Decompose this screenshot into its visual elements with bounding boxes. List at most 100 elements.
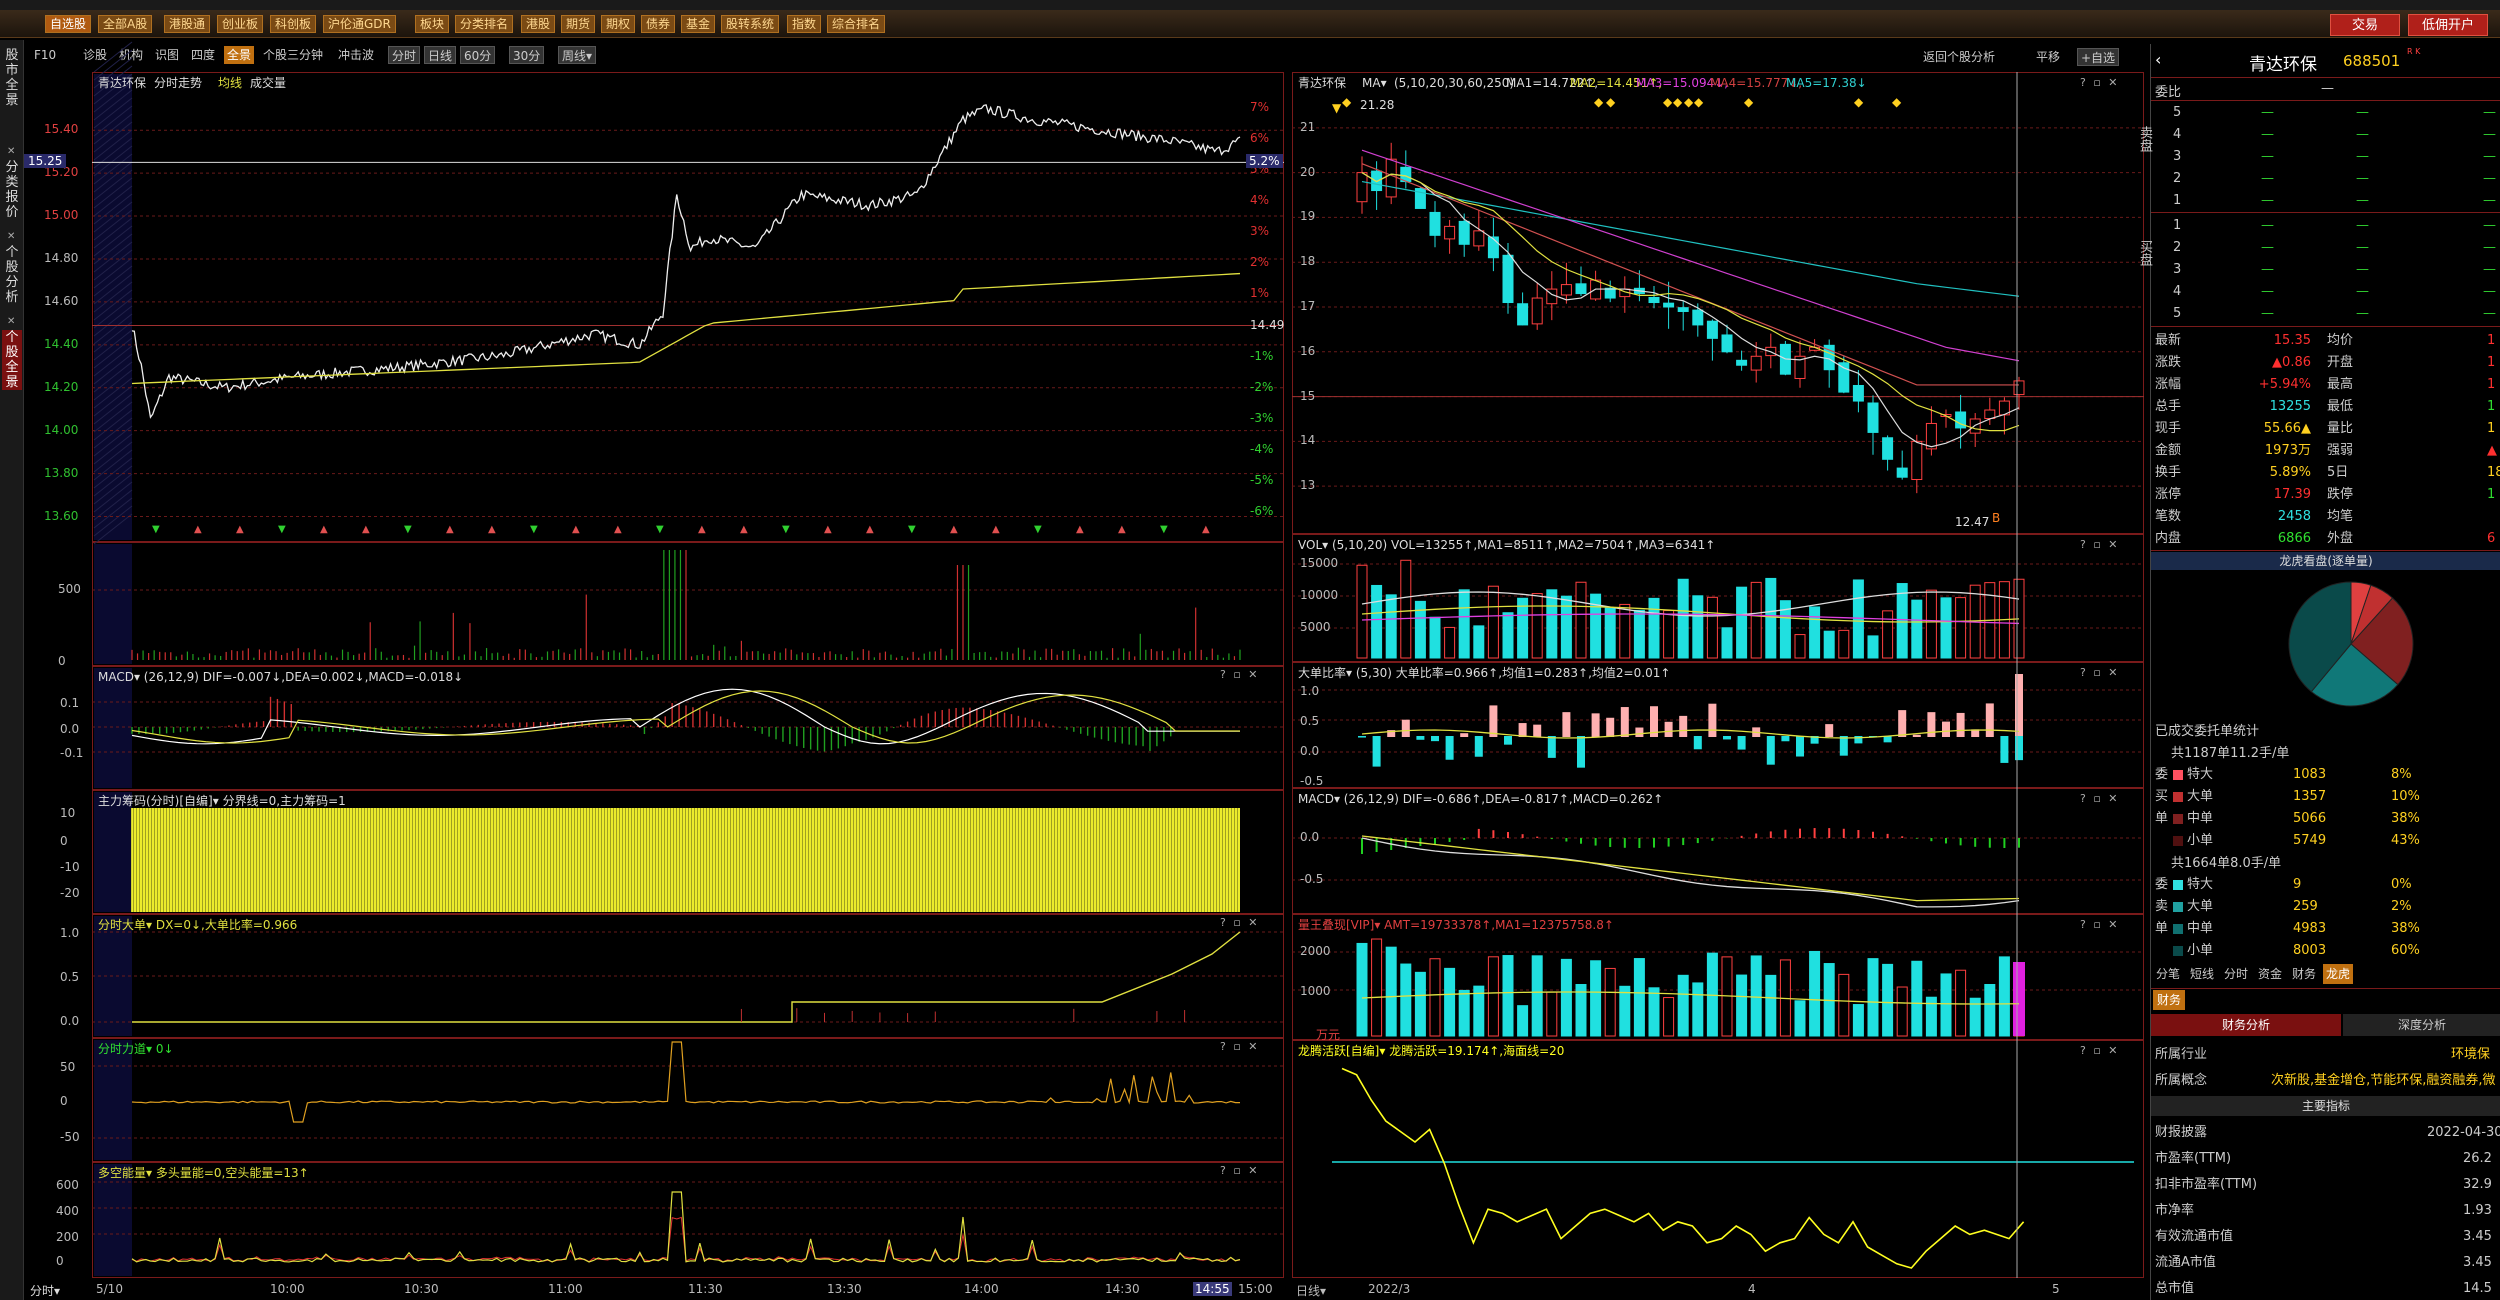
daily-header-item[interactable]: (5,10,20,30,60,250) [1394, 76, 1514, 90]
panel-controls-icon[interactable]: ? ▫ ✕ [1220, 916, 1260, 929]
quote-tab[interactable]: 龙虎 [2323, 964, 2354, 984]
period-tab[interactable]: 60分 [460, 46, 496, 64]
panel-controls-icon[interactable]: ? ▫ ✕ [1220, 1040, 1260, 1053]
order-stat-row: 委 特大 1083 8% [2151, 764, 2500, 786]
orderbook-row[interactable]: 2 — — — [2151, 168, 2500, 190]
macd-header[interactable]: MACD▾ (26,12,9) DIF=-0.007↓,DEA=0.002↓,M… [98, 670, 463, 684]
close-icon[interactable]: ✕ [7, 231, 15, 242]
toolbar-button[interactable]: 股转系统 [721, 15, 780, 33]
time-axis-tick: 10:00 [270, 1282, 305, 1296]
quote-tab[interactable]: 短线 [2187, 964, 2217, 984]
sub-tab[interactable]: 四度 [188, 46, 218, 64]
panel-header[interactable]: VOL▾ (5,10,20) VOL=13255↑,MA1=8511↑,MA2=… [1298, 538, 1715, 552]
panel-header[interactable]: 量王叠现[VIP]▾ AMT=19733378↑,MA1=12375758.8↑ [1298, 918, 1614, 932]
color-swatch [2173, 902, 2183, 912]
trade-button[interactable]: 交易 [2330, 14, 2400, 36]
fin-sub-tab[interactable]: 财务分析 [2151, 1014, 2341, 1036]
panel-header[interactable]: 龙腾活跃[自编]▾ 龙腾活跃=19.174↑,海面线=20 [1298, 1044, 1564, 1058]
period-tab[interactable]: 日线 [424, 46, 457, 64]
panel-controls-icon[interactable]: ? ▫ ✕ [1220, 668, 1260, 681]
toolbar-button[interactable]: 基金 [681, 15, 716, 33]
period-tab[interactable]: 周线▾ [558, 46, 597, 64]
fin-tab[interactable]: 财务 [2153, 990, 2186, 1010]
order-pie-chart [2288, 581, 2414, 707]
sub-tab[interactable]: 冲击波 [335, 46, 377, 64]
panel-controls-icon[interactable]: ? ▫ ✕ [2080, 666, 2120, 679]
force-header[interactable]: 分时力道▾ 0↓ [98, 1042, 174, 1056]
close-icon[interactable]: ✕ [7, 316, 15, 327]
quote-tab[interactable]: 资金 [2255, 964, 2285, 984]
toolbar-button[interactable]: 期货 [561, 15, 596, 33]
orderbook-row[interactable]: 1 — — — [2151, 190, 2500, 212]
orderbook-row[interactable]: 4 — — — [2151, 124, 2500, 146]
panel-header[interactable]: 均线 [218, 76, 242, 90]
fin-row: 总市值 14.5 [2151, 1278, 2500, 1300]
toolbar-button[interactable]: 综合排名 [827, 15, 886, 33]
toolbar-button[interactable]: 自选股 [45, 15, 92, 33]
toolbar-button[interactable]: 期权 [601, 15, 636, 33]
period-tab[interactable]: 分时 [388, 46, 421, 64]
orderbook-row[interactable]: 5 — — — [2151, 303, 2500, 325]
toolbar-button[interactable]: 指数 [787, 15, 822, 33]
panel-header[interactable]: 青达环保 [98, 76, 146, 90]
toolbar-button[interactable]: 全部A股 [98, 15, 153, 33]
left-nav-item[interactable]: 个股分析 [2, 245, 22, 305]
close-icon[interactable]: ✕ [7, 146, 15, 157]
daily-header-item[interactable]: MA▾ [1362, 76, 1387, 90]
open-account-button[interactable]: 低佣开户 [2408, 14, 2488, 36]
side-char: 委 [2155, 877, 2169, 892]
daily-header-item[interactable]: MA5=17.38↓ [1786, 76, 1867, 90]
sub-tab[interactable]: 全景 [224, 46, 255, 64]
toolbar-button[interactable]: 沪伦通GDR [323, 15, 396, 33]
toolbar-button[interactable]: 科创板 [270, 15, 317, 33]
chip-header[interactable]: 主力筹码(分时)[自编]▾ 分界线=0,主力筹码=1 [98, 794, 346, 808]
panel-controls-icon[interactable]: ? ▫ ✕ [2080, 1044, 2120, 1057]
fin-sub-tab[interactable]: 深度分析 [2343, 1014, 2500, 1036]
volume-bar [1838, 629, 1850, 659]
back-icon[interactable]: ‹ [2155, 50, 2161, 69]
sub-tab[interactable]: F10 [31, 46, 59, 64]
sub-tab-right[interactable]: 返回个股分析 [1920, 48, 1998, 66]
orderbook-row[interactable]: 1 — — — [2151, 215, 2500, 237]
panel-controls-icon[interactable]: ? ▫ ✕ [2080, 538, 2120, 551]
panel-header[interactable]: MACD▾ (26,12,9) DIF=-0.686↑,DEA=-0.817↑,… [1298, 792, 1663, 806]
quote-tab[interactable]: 财务 [2289, 964, 2319, 984]
toolbar-button[interactable]: 创业板 [217, 15, 264, 33]
sub-tab-right[interactable]: 平移 [2033, 48, 2063, 66]
left-nav-item[interactable]: 分类报价 [2, 160, 22, 220]
amount-bar [1736, 974, 1748, 1037]
quote-tab[interactable]: 分时 [2221, 964, 2251, 984]
panel-controls-icon[interactable]: ? ▫ ✕ [2080, 76, 2120, 89]
toolbar-button[interactable]: 分类排名 [455, 15, 514, 33]
daily-header-item[interactable]: 青达环保 [1298, 76, 1346, 90]
orderbook-row[interactable]: 2 — — — [2151, 237, 2500, 259]
svg-text:▼: ▼ [278, 524, 286, 535]
panel-controls-icon[interactable]: ? ▫ ✕ [2080, 918, 2120, 931]
sub-tab-right[interactable]: +自选 [2077, 48, 2120, 66]
panel-header[interactable]: 成交量 [250, 76, 286, 90]
orderbook-row[interactable]: 4 — — — [2151, 281, 2500, 303]
panel-header[interactable]: 分时走势 [154, 76, 202, 90]
left-nav-item[interactable]: 个股全景 [2, 330, 22, 390]
orderbook-row[interactable]: 3 — — — [2151, 146, 2500, 168]
panel-controls-icon[interactable]: ? ▫ ✕ [1220, 1164, 1260, 1177]
period-tab[interactable]: 30分 [509, 46, 545, 64]
sub-tab[interactable]: 识图 [152, 46, 182, 64]
sub-tab[interactable]: 机构 [116, 46, 146, 64]
toolbar-button[interactable]: 港股通 [164, 15, 211, 33]
energy-header[interactable]: 多空能量▾ 多头量能=0,空头能量=13↑ [98, 1166, 309, 1180]
sub-tab[interactable]: 诊股 [80, 46, 110, 64]
sub-tab[interactable]: 个股三分钟 [260, 46, 326, 64]
toolbar-button[interactable]: 港股 [521, 15, 556, 33]
quote-tab[interactable]: 分笔 [2153, 964, 2183, 984]
toolbar-button[interactable]: 债券 [641, 15, 676, 33]
orderbook-row[interactable]: 3 — — — [2151, 259, 2500, 281]
orderbook-row[interactable]: 5 — — — [2151, 102, 2500, 124]
left-nav-item[interactable]: 股市全景 [2, 48, 22, 108]
amount-bar [1531, 955, 1543, 1037]
amount-bar [1604, 967, 1616, 1037]
toolbar-button[interactable]: 板块 [415, 15, 450, 33]
panel-header[interactable]: 大单比率▾ (5,30) 大单比率=0.966↑,均值1=0.283↑,均值2=… [1298, 666, 1670, 680]
bigorder-header[interactable]: 分时大单▾ DX=0↓,大单比率=0.966 [98, 918, 297, 932]
panel-controls-icon[interactable]: ? ▫ ✕ [2080, 792, 2120, 805]
